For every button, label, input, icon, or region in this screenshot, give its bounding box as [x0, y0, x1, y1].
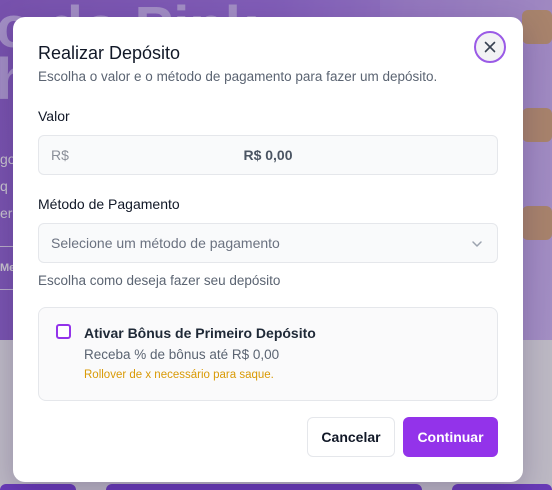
cancel-button[interactable]: Cancelar — [307, 417, 395, 457]
bonus-description: Receba % de bônus até R$ 0,00 — [84, 347, 280, 362]
modal-title: Realizar Depósito — [38, 43, 181, 63]
amount-value: R$ 0,00 — [243, 147, 293, 163]
close-button[interactable] — [474, 31, 506, 63]
payment-method-select[interactable]: Selecione um método de pagamento — [38, 223, 498, 263]
payment-method-label: Método de Pagamento — [38, 196, 180, 212]
bonus-title[interactable]: Ativar Bônus de Primeiro Depósito — [84, 325, 316, 341]
chevron-down-icon — [472, 241, 482, 247]
continue-button[interactable]: Continuar — [403, 417, 498, 457]
bonus-checkbox[interactable] — [56, 324, 71, 339]
payment-method-helper: Escolha como deseja fazer seu depósito — [38, 273, 281, 288]
bonus-card: Ativar Bônus de Primeiro Depósito Receba… — [38, 307, 498, 401]
amount-input[interactable]: R$ R$ 0,00 — [38, 135, 498, 175]
close-icon — [484, 41, 496, 53]
modal-subtitle: Escolha o valor e o método de pagamento … — [38, 69, 438, 84]
deposit-modal: Realizar Depósito Escolha o valor e o mé… — [13, 17, 523, 482]
payment-method-placeholder: Selecione um método de pagamento — [51, 235, 280, 251]
bonus-rollover-note: Rollover de x necessário para saque. — [84, 369, 274, 381]
amount-label: Valor — [38, 108, 70, 124]
